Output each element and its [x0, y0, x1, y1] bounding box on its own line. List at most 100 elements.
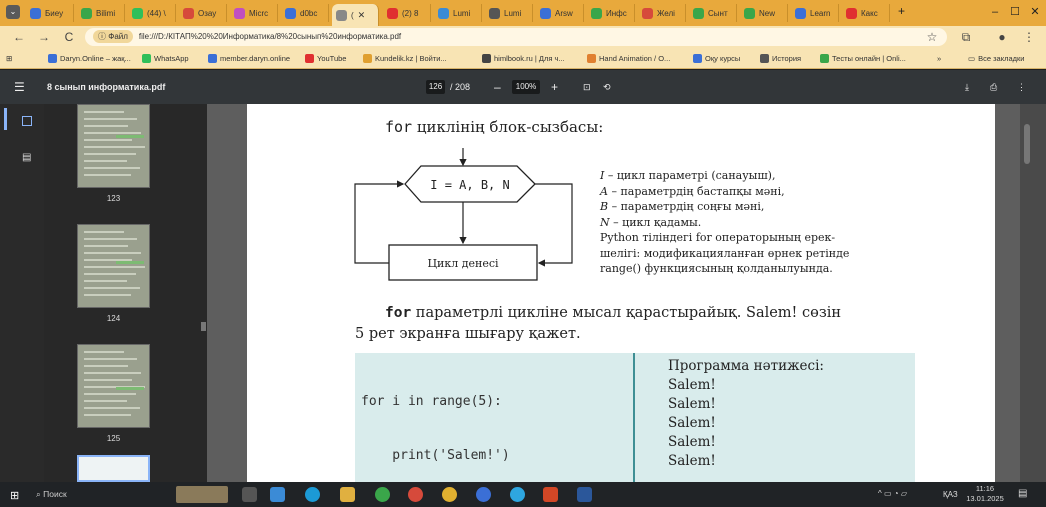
- bookmark-item[interactable]: История: [760, 51, 801, 66]
- sidebar-menu-icon[interactable]: ☰: [14, 70, 25, 104]
- zoom-in-button[interactable]: +: [551, 70, 558, 104]
- browser-tab[interactable]: d0bc: [281, 4, 329, 22]
- thumbnail-page[interactable]: [77, 104, 150, 188]
- task-view-icon[interactable]: [242, 487, 257, 502]
- thumbnail-text-line: [84, 231, 124, 233]
- browser-tab[interactable]: Биеу: [26, 4, 74, 22]
- bookmark-item[interactable]: Daryn.Online – жақ...: [48, 51, 131, 66]
- pdf-toolbar: ☰ 8 сынып информатика.pdf 126 / 208 – 10…: [0, 70, 1046, 104]
- thumbnail-page[interactable]: [77, 344, 150, 428]
- rotate-icon[interactable]: ⟲: [603, 70, 611, 104]
- bookmark-item[interactable]: YouTube: [305, 51, 346, 66]
- extensions-icon[interactable]: ⧉: [957, 28, 975, 46]
- app-icon-1[interactable]: [270, 487, 285, 502]
- outline-icon[interactable]: ▤: [22, 152, 31, 163]
- thumbnail-text-line: [84, 111, 124, 113]
- download-icon[interactable]: ⤓: [965, 70, 969, 104]
- thumbnail-text-line: [84, 351, 124, 353]
- file-explorer-icon[interactable]: [340, 487, 355, 502]
- back-button[interactable]: ←: [10, 28, 28, 46]
- thumbnail-text-line: [84, 146, 145, 148]
- word-icon[interactable]: [577, 487, 592, 502]
- browser-tab[interactable]: (44) \: [128, 4, 176, 22]
- bookmark-item[interactable]: Hand Animation / O...: [587, 51, 670, 66]
- browser-tab[interactable]: Bilimi: [77, 4, 125, 22]
- browser-tab[interactable]: Micrc: [230, 4, 278, 22]
- zoom-input[interactable]: 100%: [512, 80, 540, 94]
- powerpoint-icon[interactable]: [543, 487, 558, 502]
- heading-keyword: for: [385, 118, 413, 136]
- page-number-input[interactable]: 126: [426, 80, 445, 94]
- bookmark-item[interactable]: Тесты онлайн | Onli...: [820, 51, 906, 66]
- browser-tab[interactable]: Arsw: [536, 4, 584, 22]
- fit-page-icon[interactable]: ⊡: [583, 70, 591, 104]
- browser-tab[interactable]: Инфс: [587, 4, 635, 22]
- browser-tab[interactable]: Lumi: [434, 4, 482, 22]
- browser-tab[interactable]: Lumi: [485, 4, 533, 22]
- menu-icon[interactable]: ⋮: [1020, 28, 1038, 46]
- forward-button[interactable]: →: [35, 28, 53, 46]
- thumbnail-page[interactable]: [77, 224, 150, 308]
- bookmark-label: Daryn.Online – жақ...: [60, 54, 131, 63]
- taskbar-search-label: Поиск: [43, 489, 67, 499]
- browser-tab[interactable]: (✕: [332, 4, 379, 26]
- browser-tab[interactable]: Сынт: [689, 4, 737, 22]
- new-tab-button[interactable]: +: [898, 4, 905, 18]
- print-icon[interactable]: ⎙: [990, 70, 997, 104]
- more-options-icon[interactable]: ⋮: [1017, 70, 1026, 104]
- bookmark-favicon-icon: [48, 54, 57, 63]
- browser-tab[interactable]: New: [740, 4, 788, 22]
- profile-avatar[interactable]: ●: [993, 28, 1011, 46]
- reload-button[interactable]: C: [60, 28, 78, 46]
- apps-icon[interactable]: ⊞: [6, 51, 12, 66]
- result-line: Salem!: [668, 396, 716, 412]
- zoom-out-button[interactable]: –: [494, 70, 501, 104]
- info-icon: ⓘ: [98, 32, 109, 41]
- browser-tab[interactable]: Какс: [842, 4, 890, 22]
- browser-tab[interactable]: Learn: [791, 4, 839, 22]
- edge-icon[interactable]: [305, 487, 320, 502]
- bookmark-item[interactable]: Kundelik.kz | Войти...: [363, 51, 447, 66]
- language-indicator[interactable]: ҚАЗ: [943, 490, 958, 499]
- chrome-icon[interactable]: [408, 487, 423, 502]
- chrome-icon[interactable]: [442, 487, 457, 502]
- notifications-icon[interactable]: ▤: [1018, 488, 1027, 499]
- bookmarks-more[interactable]: »: [937, 51, 941, 66]
- result-block: Программа нәтижесі: Salem! Salem! Salem! Sa…: [668, 357, 824, 471]
- bookmark-item[interactable]: Оқу курсы: [693, 51, 740, 66]
- pdf-page: for циклінің блок-сызбасы: I = A, B, N Ц…: [247, 104, 995, 482]
- bookmark-item[interactable]: WhatsApp: [142, 51, 189, 66]
- scroll-thumb[interactable]: [1024, 124, 1030, 164]
- bookmark-star-icon[interactable]: ☆: [923, 28, 941, 46]
- browser-tab[interactable]: Желі: [638, 4, 686, 22]
- legend-symbol: A: [600, 184, 608, 198]
- clock-time: 11:16: [975, 484, 995, 493]
- bookmark-item[interactable]: member.daryn.online: [208, 51, 290, 66]
- section-heading: for циклінің блок-сызбасы:: [385, 118, 603, 136]
- start-icon[interactable]: ⊞: [10, 489, 19, 502]
- telegram-icon[interactable]: [510, 487, 525, 502]
- all-bookmarks[interactable]: ▭ Все закладки: [968, 51, 1024, 66]
- page-total: / 208: [450, 82, 471, 92]
- url-field[interactable]: ⓘ Файл file:///D:/КІТАП%20%20Информатика/…: [85, 28, 947, 46]
- browser-tab[interactable]: Озау: [179, 4, 227, 22]
- tab-favicon-icon: [336, 9, 347, 21]
- chrome-icon[interactable]: [476, 487, 491, 502]
- viewport-scrollbar[interactable]: [1020, 104, 1046, 482]
- thumbnail-page-126[interactable]: [77, 455, 150, 482]
- clock[interactable]: 11:16 13.01.2025: [965, 484, 1005, 504]
- legend-text: – цикл қадамы.: [609, 215, 702, 229]
- bookmark-item[interactable]: himlbook.ru | Для ч...: [482, 51, 565, 66]
- chrome-icon[interactable]: [375, 487, 390, 502]
- browser-tab[interactable]: (2) 8: [383, 4, 431, 22]
- close-window-button[interactable]: ✕: [1020, 3, 1046, 21]
- thumbnails-icon[interactable]: [22, 116, 32, 126]
- tab-search-button[interactable]: ⌄: [6, 5, 20, 19]
- tab-favicon-icon: [387, 7, 398, 19]
- thumbnail-text-line: [84, 407, 140, 409]
- sidebar-scrollbar[interactable]: [201, 322, 206, 331]
- tab-strip: ⌄ Биеу Bilimi (44) \ Озау Micrc d0bc(✕ (2) 8 Lu…: [0, 0, 1046, 26]
- legend-line: B – параметрдің соңғы мәні,: [600, 199, 930, 215]
- tray-icons[interactable]: ^ ▭ ◔ ▱: [878, 489, 907, 498]
- close-tab-icon[interactable]: ✕: [358, 10, 366, 21]
